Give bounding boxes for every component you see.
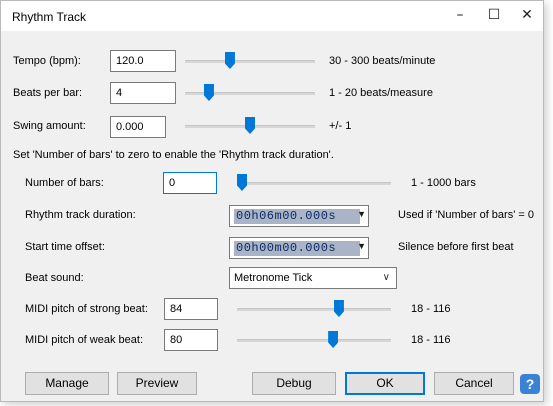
midi-weak-slider-track[interactable] — [237, 339, 391, 342]
beat-sound-selected: Metronome Tick — [234, 272, 313, 284]
beat-sound-label: Beat sound: — [25, 272, 84, 284]
swing-range: +/- 1 — [329, 120, 352, 132]
beats-per-bar-range: 1 - 20 beats/measure — [329, 87, 433, 99]
bars-note: Set 'Number of bars' to zero to enable t… — [13, 149, 334, 161]
midi-weak-range: 18 - 116 — [411, 334, 451, 346]
midi-weak-input[interactable]: 80 — [164, 329, 218, 351]
swing-slider-thumb[interactable] — [245, 117, 255, 134]
number-of-bars-slider-thumb[interactable] — [237, 174, 247, 191]
title-bar: Rhythm Track – ☐ ✕ — [1, 1, 543, 31]
beat-sound-select[interactable]: Metronome Tick ∨ — [229, 267, 397, 289]
number-of-bars-input[interactable]: 0 — [163, 172, 217, 194]
chevron-down-icon: ∨ — [382, 272, 390, 283]
beats-per-bar-input[interactable]: 4 — [110, 82, 176, 104]
duration-time-value[interactable]: 00h06m00.000s — [234, 209, 360, 224]
duration-hint: Used if 'Number of bars' = 0 — [398, 209, 534, 221]
midi-strong-input[interactable]: 84 — [164, 298, 218, 320]
midi-strong-label: MIDI pitch of strong beat: — [25, 303, 148, 315]
number-of-bars-label: Number of bars: — [25, 177, 104, 189]
tempo-slider-track[interactable] — [185, 60, 315, 63]
tempo-range: 30 - 300 beats/minute — [329, 55, 436, 67]
midi-strong-slider-track[interactable] — [237, 308, 391, 311]
duration-time-control[interactable]: 00h06m00.000s ▼ — [229, 205, 369, 227]
rhythm-track-dialog: Rhythm Track – ☐ ✕ Tempo (bpm): 120.0 30… — [0, 0, 544, 402]
dropdown-arrow-icon[interactable]: ▼ — [357, 241, 366, 251]
midi-weak-slider-thumb[interactable] — [328, 331, 339, 348]
dropdown-arrow-icon[interactable]: ▼ — [357, 209, 366, 219]
ok-button[interactable]: OK — [345, 372, 425, 395]
number-of-bars-range: 1 - 1000 bars — [411, 177, 476, 189]
debug-button[interactable]: Debug — [252, 372, 336, 395]
start-offset-time-value[interactable]: 00h00m00.000s — [234, 241, 360, 256]
swing-label: Swing amount: — [13, 120, 86, 132]
start-offset-time-control[interactable]: 00h00m00.000s ▼ — [229, 237, 369, 259]
maximize-icon[interactable]: ☐ — [483, 5, 505, 25]
help-icon[interactable]: ? — [520, 374, 540, 394]
midi-weak-label: MIDI pitch of weak beat: — [25, 334, 143, 346]
start-offset-label: Start time offset: — [25, 241, 105, 253]
close-icon[interactable]: ✕ — [516, 5, 538, 25]
tempo-input[interactable]: 120.0 — [110, 50, 176, 72]
cancel-button[interactable]: Cancel — [434, 372, 514, 395]
midi-strong-slider-thumb[interactable] — [333, 300, 344, 317]
preview-button[interactable]: Preview — [117, 372, 197, 395]
start-offset-hint: Silence before first beat — [398, 241, 514, 253]
minimize-icon[interactable]: – — [449, 5, 471, 25]
beats-per-bar-label: Beats per bar: — [13, 87, 83, 99]
tempo-slider-thumb[interactable] — [224, 52, 235, 69]
midi-strong-range: 18 - 116 — [411, 303, 451, 315]
window-title: Rhythm Track — [12, 10, 87, 24]
swing-input[interactable]: 0.000 — [110, 116, 166, 138]
duration-label: Rhythm track duration: — [25, 209, 136, 221]
number-of-bars-slider-track[interactable] — [237, 182, 391, 185]
manage-button[interactable]: Manage — [25, 372, 109, 395]
beats-per-bar-slider-thumb[interactable] — [203, 84, 214, 101]
tempo-label: Tempo (bpm): — [13, 55, 81, 67]
